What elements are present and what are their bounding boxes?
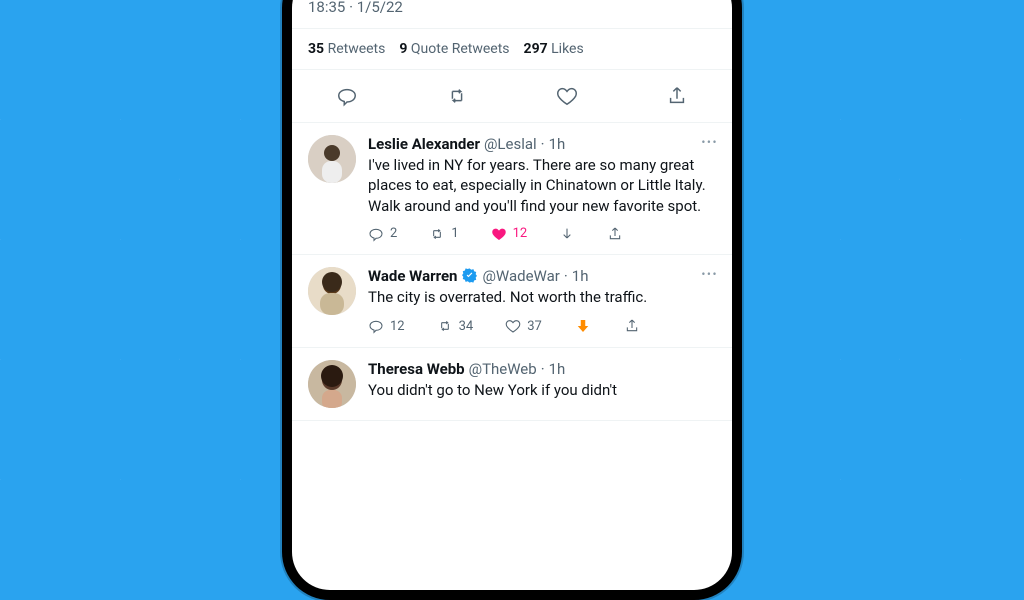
like-count: 37 xyxy=(527,319,542,334)
downvote-button[interactable] xyxy=(574,317,592,335)
retweets-stat[interactable]: 35 Retweets xyxy=(308,41,385,57)
user-handle[interactable]: @TheWeb xyxy=(469,360,537,378)
main-action-bar xyxy=(292,70,732,123)
retweet-button[interactable]: 1 xyxy=(429,226,458,242)
share-button[interactable] xyxy=(607,226,623,242)
tweet-age: 1h xyxy=(549,360,566,378)
reply-action-bar: 2 1 12 xyxy=(368,226,716,242)
tweet-body: Leslie Alexander @Leslal · 1h ••• I've l… xyxy=(368,135,716,242)
display-name[interactable]: Leslie Alexander xyxy=(368,135,480,153)
downvote-button[interactable] xyxy=(559,226,575,242)
avatar-image xyxy=(308,360,356,408)
reply-tweet[interactable]: Wade Warren @WadeWar · 1h ••• The city i… xyxy=(292,255,732,348)
tweet-body: Wade Warren @WadeWar · 1h ••• The city i… xyxy=(368,267,716,335)
user-handle[interactable]: @WadeWar xyxy=(482,267,559,285)
heart-icon xyxy=(505,318,521,334)
tweet-header: Theresa Webb @TheWeb · 1h xyxy=(368,360,716,378)
verified-badge-icon xyxy=(461,267,478,284)
avatar[interactable] xyxy=(308,360,356,408)
retweets-count: 35 xyxy=(308,41,324,57)
more-options-button[interactable]: ••• xyxy=(701,135,718,149)
downvote-filled-icon xyxy=(574,317,592,335)
tweet-body: Theresa Webb @TheWeb · 1h You didn't go … xyxy=(368,360,716,408)
quotes-count: 9 xyxy=(399,41,407,57)
like-count: 12 xyxy=(513,226,528,241)
separator: · xyxy=(541,360,545,378)
share-button[interactable] xyxy=(624,318,640,334)
reply-button[interactable]: 2 xyxy=(368,226,397,242)
reply-icon xyxy=(336,85,358,107)
display-name[interactable]: Wade Warren xyxy=(368,267,457,285)
heart-icon xyxy=(556,85,578,107)
tweet-timestamp: 18:35 · 1/5/22 xyxy=(292,0,732,28)
phone-screen: 18:35 · 1/5/22 35 Retweets 9 Quote Retwe… xyxy=(292,0,732,590)
tweet-text: The city is overrated. Not worth the tra… xyxy=(368,287,716,307)
reply-icon xyxy=(368,226,384,242)
like-button[interactable] xyxy=(551,80,583,112)
reply-icon xyxy=(368,318,384,334)
more-options-button[interactable]: ••• xyxy=(701,267,718,281)
phone-frame: 18:35 · 1/5/22 35 Retweets 9 Quote Retwe… xyxy=(282,0,742,600)
share-button[interactable] xyxy=(661,80,693,112)
avatar-image xyxy=(308,135,356,183)
tweet-header: Wade Warren @WadeWar · 1h xyxy=(368,267,716,285)
heart-filled-icon xyxy=(491,226,507,242)
separator: · xyxy=(564,267,568,285)
display-name[interactable]: Theresa Webb xyxy=(368,360,465,378)
reply-count: 2 xyxy=(390,226,397,241)
retweet-icon xyxy=(437,318,453,334)
reply-tweet[interactable]: Leslie Alexander @Leslal · 1h ••• I've l… xyxy=(292,123,732,255)
tweet-age: 1h xyxy=(549,135,566,153)
reply-button[interactable] xyxy=(331,80,363,112)
tweet-age: 1h xyxy=(572,267,589,285)
tweet-stats-bar: 35 Retweets 9 Quote Retweets 297 Likes xyxy=(292,28,732,70)
avatar[interactable] xyxy=(308,135,356,183)
downvote-icon xyxy=(559,226,575,242)
retweets-label: Retweets xyxy=(328,41,386,57)
likes-count: 297 xyxy=(524,41,548,57)
avatar-image xyxy=(308,267,356,315)
avatar[interactable] xyxy=(308,267,356,315)
like-button[interactable]: 37 xyxy=(505,318,542,334)
quote-retweets-stat[interactable]: 9 Quote Retweets xyxy=(399,41,509,57)
reply-tweet[interactable]: Theresa Webb @TheWeb · 1h You didn't go … xyxy=(292,348,732,421)
reply-action-bar: 12 34 37 xyxy=(368,317,716,335)
timestamp-text: 18:35 · 1/5/22 xyxy=(308,0,403,16)
retweet-icon xyxy=(446,85,468,107)
retweet-button[interactable]: 34 xyxy=(437,318,474,334)
share-icon xyxy=(666,85,688,107)
retweet-count: 1 xyxy=(451,226,458,241)
quotes-label: Quote Retweets xyxy=(411,41,510,57)
like-button[interactable]: 12 xyxy=(491,226,528,242)
tweet-text: You didn't go to New York if you didn't xyxy=(368,380,716,400)
user-handle[interactable]: @Leslal xyxy=(484,135,537,153)
retweet-count: 34 xyxy=(459,319,474,334)
share-icon xyxy=(607,226,623,242)
reply-count: 12 xyxy=(390,319,405,334)
share-icon xyxy=(624,318,640,334)
reply-button[interactable]: 12 xyxy=(368,318,405,334)
separator: · xyxy=(541,135,545,153)
likes-label: Likes xyxy=(551,41,584,57)
tweet-text: I've lived in NY for years. There are so… xyxy=(368,155,716,216)
tweet-header: Leslie Alexander @Leslal · 1h xyxy=(368,135,716,153)
retweet-button[interactable] xyxy=(441,80,473,112)
likes-stat[interactable]: 297 Likes xyxy=(524,41,584,57)
retweet-icon xyxy=(429,226,445,242)
